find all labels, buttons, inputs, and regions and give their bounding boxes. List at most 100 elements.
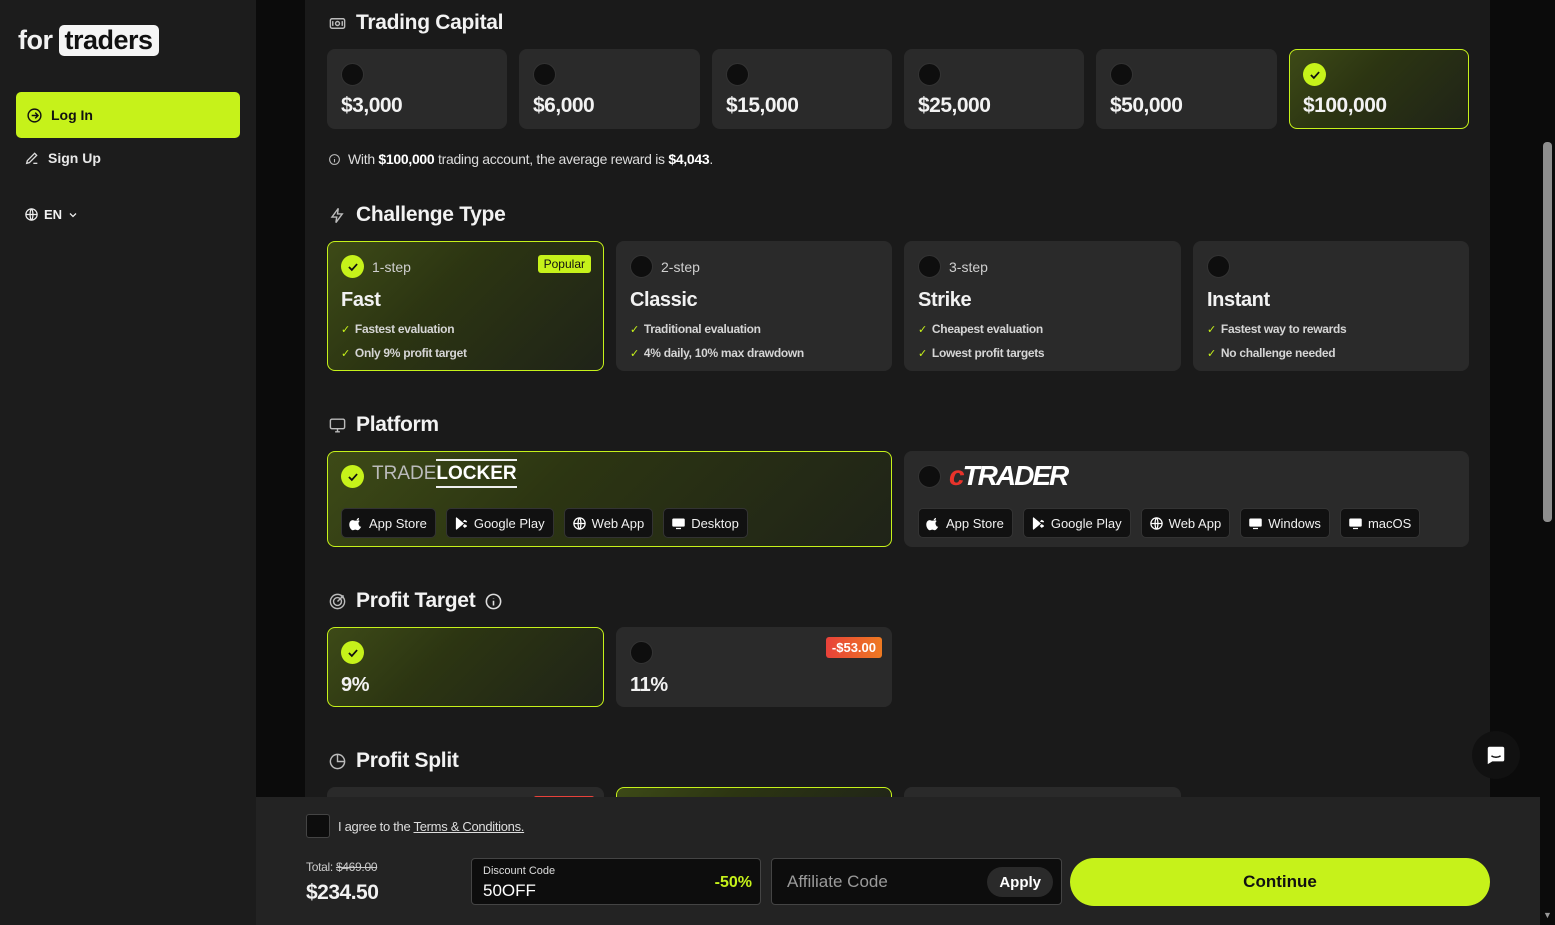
platform-option-ctrader[interactable]: cTRADER App Store Google Play Web App Wi… bbox=[904, 451, 1469, 547]
target-icon bbox=[329, 593, 346, 609]
challenge-option-strike[interactable]: 3-step Strike ✓ Cheapest evaluation ✓ Lowe… bbox=[904, 241, 1181, 371]
terms-link[interactable]: Terms & Conditions. bbox=[414, 819, 525, 834]
capital-amount: $15,000 bbox=[726, 94, 799, 117]
capital-amount: $25,000 bbox=[918, 94, 991, 117]
pill-app-store[interactable]: App Store bbox=[918, 508, 1013, 538]
challenge-option-instant[interactable]: Instant ✓ Fastest way to rewards ✓ No chal… bbox=[1193, 241, 1469, 371]
feature-text: No challenge needed bbox=[1220, 346, 1336, 360]
checkout-footer: I agree to the Terms & Conditions. Total… bbox=[256, 797, 1540, 925]
signup-link[interactable]: Sign Up bbox=[24, 150, 101, 166]
affiliate-code-input[interactable] bbox=[772, 859, 982, 904]
challenge-feature: ✓ Lowest profit targets bbox=[918, 346, 1045, 360]
challenge-name: Strike bbox=[918, 289, 972, 311]
play-store-icon bbox=[455, 516, 467, 530]
pill-label: Web App bbox=[591, 515, 645, 531]
info-middle: trading account, the average reward is bbox=[438, 151, 665, 167]
challenge-step: 2-step bbox=[661, 259, 700, 275]
challenge-feature: ✓ Cheapest evaluation bbox=[918, 322, 1043, 336]
capital-option-25000[interactable]: $25,000 bbox=[904, 49, 1084, 129]
discount-code-field[interactable]: Discount Code 50OFF -50% bbox=[471, 858, 761, 905]
challenge-feature: ✓ Fastest way to rewards bbox=[1207, 322, 1347, 336]
section-profit-split: Profit Split bbox=[328, 749, 459, 773]
capital-option-15000[interactable]: $15,000 bbox=[712, 49, 892, 129]
radio-unchecked bbox=[630, 641, 653, 664]
checkout-main: Trading Capital $3,000 $6,000 $15,000 $2… bbox=[305, 0, 1490, 797]
challenge-option-fast[interactable]: 1-step Popular Fast ✓ Fastest evaluation … bbox=[327, 241, 604, 371]
radio-unchecked bbox=[918, 63, 941, 86]
profit-split-option[interactable] bbox=[904, 787, 1181, 797]
radio-unchecked bbox=[1110, 63, 1133, 86]
pill-label: Windows bbox=[1268, 515, 1321, 531]
chevron-down-icon bbox=[69, 212, 77, 217]
monitor-icon bbox=[1349, 518, 1362, 529]
pill-web-app[interactable]: Web App bbox=[1140, 508, 1231, 538]
chat-button[interactable] bbox=[1472, 731, 1520, 779]
capital-option-3000[interactable]: $3,000 bbox=[327, 49, 507, 129]
pill-app-store[interactable]: App Store bbox=[341, 508, 436, 538]
login-icon bbox=[27, 107, 42, 123]
logo-part: LOCKER bbox=[436, 459, 517, 488]
challenge-option-classic[interactable]: 2-step Classic ✓ Traditional evaluation ✓… bbox=[616, 241, 892, 371]
info-icon[interactable] bbox=[484, 592, 503, 611]
average-reward-info: With $100,000 trading account, the avera… bbox=[328, 151, 713, 167]
total-price: $234.50 bbox=[306, 881, 379, 904]
apply-button[interactable]: Apply bbox=[987, 867, 1053, 897]
total-label-text: Total: bbox=[306, 860, 333, 874]
profit-split-option[interactable] bbox=[616, 787, 892, 797]
pill-label: Desktop bbox=[691, 515, 739, 531]
pill-windows[interactable]: Windows bbox=[1240, 508, 1330, 538]
challenge-feature: ✓ Fastest evaluation bbox=[341, 322, 455, 336]
globe-icon bbox=[572, 516, 586, 530]
platform-option-tradelocker[interactable]: TRADELOCKER App Store Google Play Web Ap… bbox=[327, 451, 892, 547]
check-icon bbox=[341, 641, 364, 664]
checkmark-icon: ✓ bbox=[630, 347, 639, 360]
terms-checkbox[interactable] bbox=[306, 814, 330, 838]
chat-icon bbox=[1487, 746, 1505, 765]
monitor-icon bbox=[672, 518, 685, 529]
checkmark-icon: ✓ bbox=[1207, 323, 1216, 336]
capital-option-100000[interactable]: $100,000 bbox=[1289, 49, 1469, 129]
logo-word-traders: traders bbox=[58, 25, 159, 56]
checkmark-icon: ✓ bbox=[918, 347, 927, 360]
pill-google-play[interactable]: Google Play bbox=[1022, 508, 1131, 538]
section-title-platform: Platform bbox=[356, 413, 439, 436]
info-prefix: With bbox=[348, 151, 375, 167]
info-icon bbox=[329, 153, 340, 165]
pill-web-app[interactable]: Web App bbox=[563, 508, 654, 538]
pie-chart-icon bbox=[329, 753, 346, 769]
language-selector[interactable]: EN bbox=[24, 207, 79, 222]
discount-percent: -50% bbox=[714, 874, 752, 891]
capital-option-6000[interactable]: $6,000 bbox=[519, 49, 700, 129]
scroll-down-icon[interactable]: ▼ bbox=[1543, 910, 1552, 920]
total-old-price: $469.00 bbox=[335, 860, 378, 874]
continue-button[interactable]: Continue bbox=[1070, 858, 1490, 906]
scrollbar-thumb[interactable] bbox=[1543, 142, 1552, 522]
pill-google-play[interactable]: Google Play bbox=[445, 508, 554, 538]
play-store-icon bbox=[1032, 516, 1044, 530]
tradelocker-logo: TRADELOCKER bbox=[372, 459, 517, 488]
challenge-feature: ✓ No challenge needed bbox=[1207, 346, 1336, 360]
pill-macos[interactable]: macOS bbox=[1339, 508, 1421, 538]
monitor-icon bbox=[329, 417, 346, 433]
monitor-icon bbox=[1249, 518, 1262, 529]
profit-split-option[interactable] bbox=[327, 787, 604, 797]
logo[interactable]: for traders bbox=[18, 25, 159, 56]
pill-desktop[interactable]: Desktop bbox=[663, 508, 748, 538]
capital-option-50000[interactable]: $50,000 bbox=[1096, 49, 1277, 129]
profit-target-option-11[interactable]: -$53.00 11% bbox=[616, 627, 892, 707]
profit-target-option-9[interactable]: 9% bbox=[327, 627, 604, 707]
check-icon bbox=[341, 255, 364, 278]
checkmark-icon: ✓ bbox=[341, 347, 350, 360]
discount-badge: -$53.00 bbox=[825, 637, 882, 658]
section-title-challenge: Challenge Type bbox=[356, 203, 506, 226]
feature-text: Fastest way to rewards bbox=[1220, 322, 1347, 336]
section-title-profit-split: Profit Split bbox=[356, 749, 459, 772]
login-label: Log In bbox=[51, 107, 93, 123]
feature-text: 4% daily, 10% max drawdown bbox=[643, 346, 804, 360]
radio-unchecked bbox=[726, 63, 749, 86]
challenge-name: Instant bbox=[1207, 289, 1270, 311]
login-button[interactable]: Log In bbox=[16, 92, 240, 138]
apple-icon bbox=[349, 517, 362, 530]
globe-icon bbox=[25, 208, 38, 221]
feature-text: Only 9% profit target bbox=[354, 346, 467, 360]
